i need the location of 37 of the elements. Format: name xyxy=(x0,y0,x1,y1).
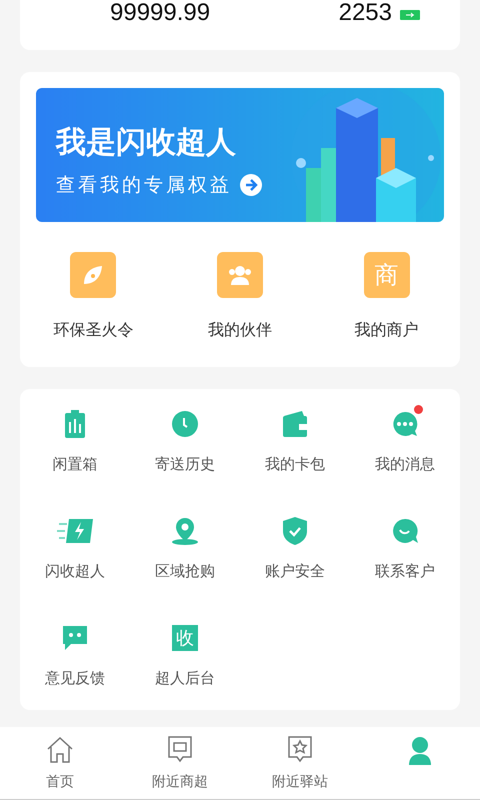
count-text: 2253 xyxy=(338,0,392,26)
storefront-icon xyxy=(166,735,194,765)
banner-subtitle: 查看我的专属权益 xyxy=(56,173,232,198)
glyph-icon: 商 xyxy=(364,252,410,298)
feature-item[interactable]: 商 我的商户 xyxy=(322,252,452,341)
feature-item[interactable]: 我的伙伴 xyxy=(174,252,305,341)
battery-icon xyxy=(400,10,420,20)
banner[interactable]: 我是闪收超人 查看我的专属权益 xyxy=(36,88,444,222)
home-icon xyxy=(45,735,75,765)
service-item[interactable]: 闲置箱 xyxy=(20,409,130,474)
banner-title: 我是闪收超人 xyxy=(56,126,237,160)
feedback-icon xyxy=(62,623,88,653)
amount-text: 99999.99 xyxy=(110,0,210,26)
service-item[interactable]: 区域抢购 xyxy=(130,516,240,581)
leaf-icon xyxy=(70,252,116,298)
bin-icon xyxy=(63,409,87,439)
service-item[interactable]: 账户安全 xyxy=(240,516,350,581)
tab[interactable]: 附近驿站 xyxy=(240,727,360,799)
tab[interactable]: 附近商超 xyxy=(120,727,240,799)
shield-icon xyxy=(282,516,308,546)
feature-item[interactable]: 环保圣火令 xyxy=(28,252,158,341)
clock-icon xyxy=(171,409,199,439)
glyph-icon: 收 xyxy=(172,623,198,653)
service-item[interactable]: 我的消息 xyxy=(350,409,460,474)
service-item[interactable]: 收 超人后台 xyxy=(130,623,240,688)
bubble-icon xyxy=(391,516,419,546)
service-item[interactable]: 联系客户 xyxy=(350,516,460,581)
tab[interactable]: 首页 xyxy=(0,727,120,799)
pin-icon xyxy=(171,516,199,546)
service-item[interactable]: 闪收超人 xyxy=(20,516,130,581)
flash-icon xyxy=(57,516,93,546)
service-item[interactable]: 我的卡包 xyxy=(240,409,350,474)
wallet-icon xyxy=(282,409,308,439)
star-icon xyxy=(286,735,314,765)
service-item[interactable]: 寄送历史 xyxy=(130,409,240,474)
service-item[interactable]: 意见反馈 xyxy=(20,623,130,688)
people-icon xyxy=(216,252,263,298)
